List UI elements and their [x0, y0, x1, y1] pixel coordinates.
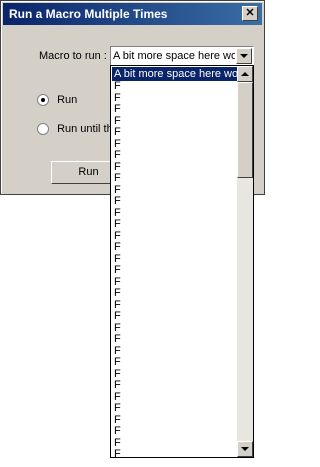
dropdown-list-item[interactable]: F	[112, 392, 237, 404]
dropdown-list-item[interactable]: F	[112, 415, 237, 427]
dropdown-list-item[interactable]: F	[112, 104, 237, 116]
chevron-down-icon	[241, 447, 249, 451]
radio-run-option[interactable]: Run	[37, 94, 78, 107]
radio-run-label: Run	[57, 94, 78, 106]
scroll-down-button[interactable]	[237, 441, 253, 457]
title-bar: Run a Macro Multiple Times ✕	[3, 3, 262, 25]
macro-combobox[interactable]: A bit more space here wo	[110, 46, 254, 66]
macro-to-run-label: Macro to run :	[39, 50, 107, 62]
dropdown-list-item[interactable]: F	[112, 254, 237, 266]
dropdown-list-item[interactable]: F	[112, 196, 237, 208]
dropdown-scrollbar[interactable]	[237, 66, 253, 457]
macro-combobox-value: A bit more space here wo	[113, 50, 235, 62]
dropdown-list-item[interactable]: F	[112, 426, 237, 438]
dropdown-list-item[interactable]: F	[112, 219, 237, 231]
dropdown-list-item[interactable]: F	[112, 231, 237, 243]
dropdown-list-item[interactable]: F	[112, 311, 237, 323]
dropdown-list-item[interactable]: F	[112, 369, 237, 381]
dropdown-list-item[interactable]: F	[112, 139, 237, 151]
dropdown-list-item[interactable]: F	[112, 242, 237, 254]
dropdown-list-item[interactable]: F	[112, 449, 237, 457]
dropdown-list-item[interactable]: F	[112, 127, 237, 139]
dropdown-list-item[interactable]: F	[112, 162, 237, 174]
dropdown-list-item[interactable]: F	[112, 288, 237, 300]
radio-run-until[interactable]	[37, 123, 49, 136]
dropdown-items: A bit more space here wo F F F F F F F F F F F F F F F F…	[112, 67, 237, 457]
dropdown-list-item[interactable]: F	[112, 116, 237, 128]
chevron-up-icon	[241, 72, 249, 76]
dropdown-list-item[interactable]: F	[112, 323, 237, 335]
close-icon: ✕	[245, 7, 255, 19]
macro-dropdown-list[interactable]: A bit more space here wo F F F F F F F F F F F F F F F F…	[110, 65, 254, 458]
close-button[interactable]: ✕	[242, 6, 258, 21]
dropdown-list-item[interactable]: F	[112, 93, 237, 105]
dropdown-list-item[interactable]: F	[112, 334, 237, 346]
dropdown-list-item[interactable]: F	[112, 346, 237, 358]
dropdown-list-item[interactable]: F	[112, 265, 237, 277]
radio-run[interactable]	[37, 94, 49, 107]
chevron-down-icon	[240, 54, 248, 58]
dropdown-list-item[interactable]: F	[112, 380, 237, 392]
radio-run-until-option[interactable]: Run until the	[37, 123, 119, 136]
dropdown-list-item[interactable]: F	[112, 185, 237, 197]
dropdown-list-item[interactable]: F	[112, 150, 237, 162]
dropdown-list-item[interactable]: F	[112, 81, 237, 93]
dropdown-list-item[interactable]: F	[112, 357, 237, 369]
dialog-title: Run a Macro Multiple Times	[9, 7, 168, 21]
dropdown-list-item[interactable]: F	[112, 277, 237, 289]
dropdown-list-item[interactable]: F	[112, 300, 237, 312]
dropdown-list-item[interactable]: F	[112, 438, 237, 450]
scroll-thumb[interactable]	[237, 82, 253, 178]
scroll-up-button[interactable]	[237, 66, 253, 82]
dropdown-list-item[interactable]: F	[112, 173, 237, 185]
dropdown-list-item[interactable]: F	[112, 403, 237, 415]
dropdown-list-item[interactable]: F	[112, 208, 237, 220]
combobox-dropdown-button[interactable]	[236, 48, 252, 64]
dropdown-list-item[interactable]: A bit more space here wo	[112, 67, 237, 81]
